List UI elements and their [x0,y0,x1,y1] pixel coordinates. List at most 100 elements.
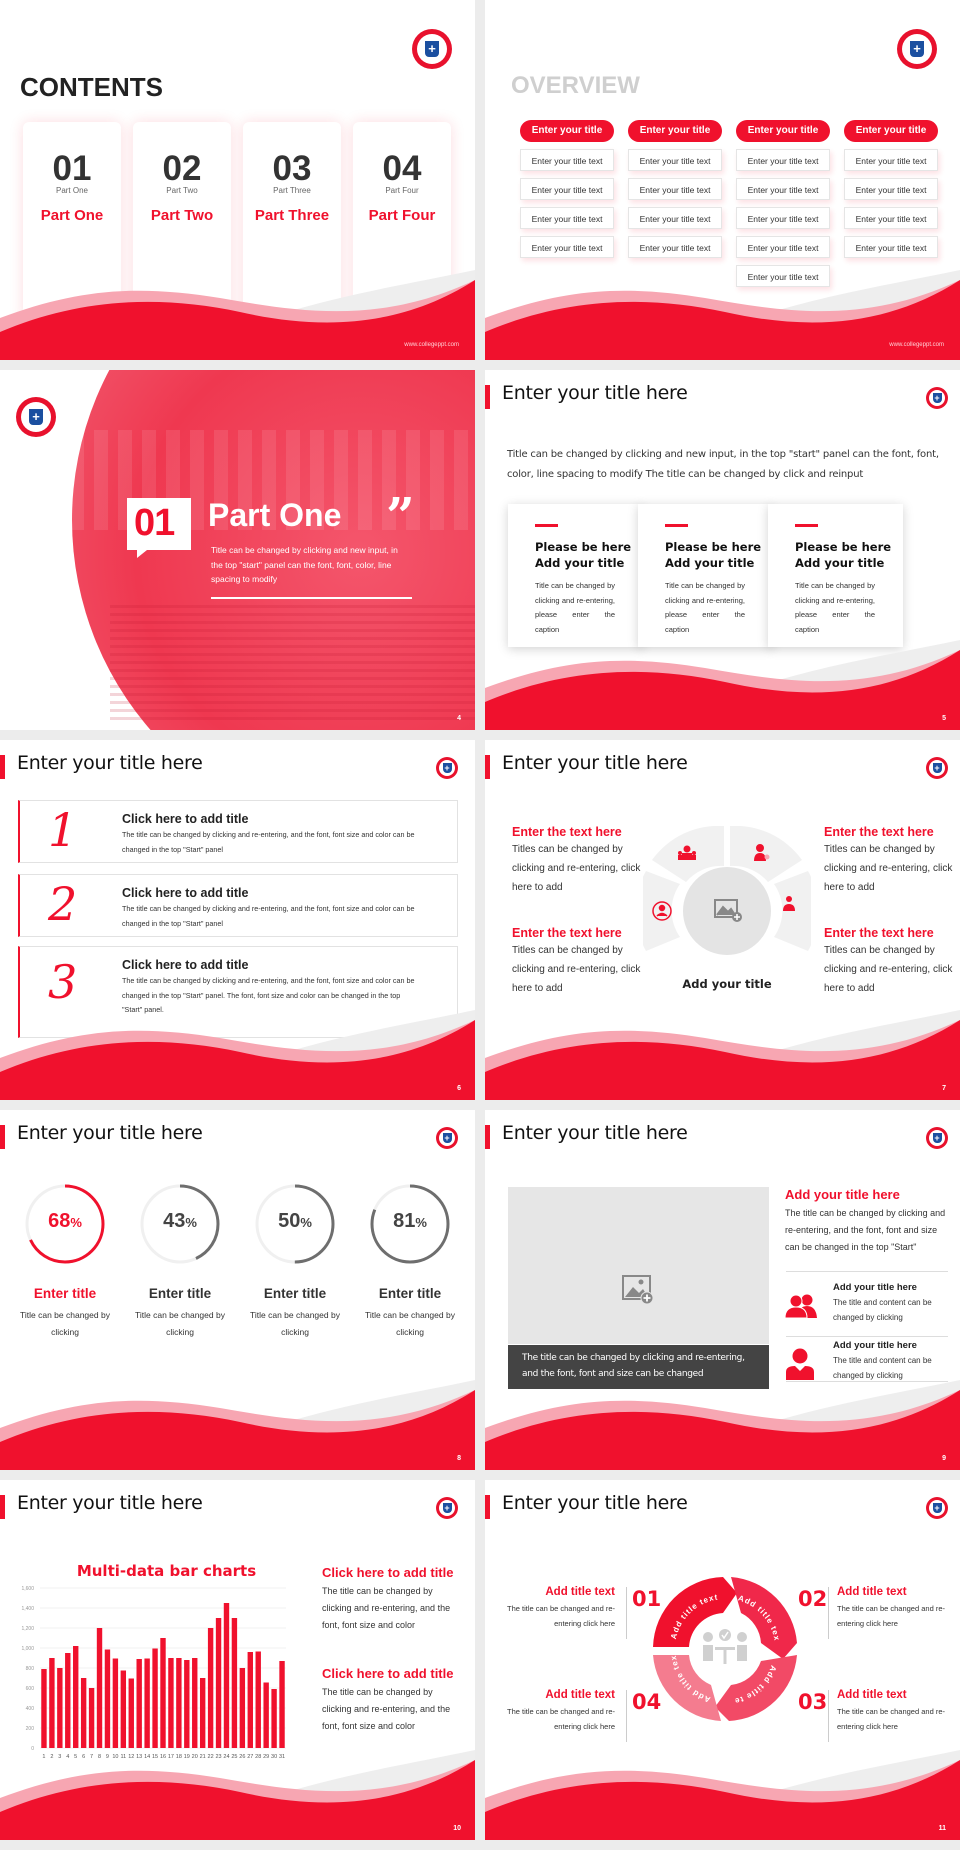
slide-numbered-list[interactable]: Enter your title here 1 Click here to add… [0,740,475,1100]
slide-image-list[interactable]: Enter your title here The title can be c… [485,1110,960,1470]
x-tick-label: 24 [223,1754,229,1760]
step-divider [626,1690,627,1742]
text-block-bottom-left: Enter the text here Titles can be change… [512,926,642,998]
y-tick-label: 400 [26,1706,35,1712]
contents-card-1[interactable]: 01 Part One Part One [23,122,121,322]
slide-progress-rings[interactable]: Enter your title here 68% Enter title Titl… [0,1110,475,1470]
contents-card-2[interactable]: 02 Part Two Part Two [133,122,231,322]
row-number: 1 [48,803,78,857]
card-subtitle: Part One [55,186,88,195]
list-item: Add your title here The title and conten… [833,1282,953,1325]
ring-description: Title can be changed by clicking [250,1310,340,1337]
bar-13 [136,1659,142,1748]
card-number: 01 [52,149,92,188]
percent-sign: % [70,1215,82,1230]
quote-icon: ” [386,486,415,545]
bar-6 [80,1678,87,1748]
column-title-pill[interactable]: Enter your title [844,120,938,142]
numbered-row[interactable]: 1 Click here to add title The title can be… [18,800,458,863]
column-item[interactable]: Enter your title text [520,207,614,229]
college-logo-icon [16,397,56,437]
row-title: Click here to add title [122,958,249,972]
title-accent-bar [485,755,490,779]
decorative-wave [485,1010,960,1100]
feature-card[interactable]: Please be here Add your title Title can be… [508,504,643,647]
feature-card[interactable]: Please be here Add your title Title can be… [768,504,903,647]
image-caption: The title can be changed by clicking and… [508,1345,769,1389]
column-item[interactable]: Enter your title text [736,207,830,229]
bar-17 [168,1658,174,1748]
card-label: Part Four [368,207,436,224]
column-title-pill[interactable]: Enter your title [628,120,722,142]
numbered-row[interactable]: 3 Click here to add title The title can be… [18,946,458,1038]
step-number: 02 [798,1587,828,1611]
bar-27 [247,1652,253,1748]
center-caption: Add your title [682,977,772,991]
column-item[interactable]: Enter your title text [844,178,938,200]
card-heading-line1: Please be here [665,540,762,554]
column-item[interactable]: Enter your title text [844,149,938,171]
column-item[interactable]: Enter your title text [736,265,830,287]
image-placeholder[interactable] [508,1187,769,1344]
slide-radial-icons[interactable]: Enter your title here Enter the text her… [485,740,960,1100]
column-item[interactable]: Enter your title text [520,149,614,171]
slide-feature-cards[interactable]: Enter your title here Title can be chang… [485,370,960,730]
text-block: Click here to add title The title can be… [322,1565,462,1634]
y-tick-label: 600 [26,1686,35,1692]
card-number: 03 [272,149,312,188]
page-number: 4 [457,715,461,722]
title-accent-bar [0,1125,5,1149]
x-tick-label: 12 [128,1754,134,1760]
slide-title: Enter your title here [17,1122,203,1144]
column-title-pill[interactable]: Enter your title [520,120,614,142]
bar-5 [73,1646,79,1748]
main-text-block: Add your title here The title can be cha… [785,1187,950,1256]
column-item[interactable]: Enter your title text [628,236,722,258]
bar-4 [65,1653,71,1748]
percent-value: 81 [393,1210,416,1232]
block-heading: Enter the text here [512,825,622,839]
column-item[interactable]: Enter your title text [736,149,830,171]
column-item[interactable]: Enter your title text [520,178,614,200]
contents-card-4[interactable]: 04 Part Four Part Four [353,122,451,322]
column-item[interactable]: Enter your title text [844,207,938,229]
column-item[interactable]: Enter your title text [736,236,830,258]
block-text: The title can be changed by clicking and… [322,1687,451,1731]
slide-part-one[interactable]: 01 Part One ” Title can be changed by cl… [0,370,475,730]
ring-title: Enter title [148,1286,212,1301]
x-tick-label: 1 [42,1754,45,1760]
column-item[interactable]: Enter your title text [628,149,722,171]
numbered-row[interactable]: 2 Click here to add title The title can be… [18,874,458,937]
overview-column: Enter your title Enter your title text Ent… [628,120,722,258]
step-text: The title can be changed and re-entering… [837,1707,945,1731]
column-item[interactable]: Enter your title text [628,178,722,200]
x-tick-label: 23 [215,1754,221,1760]
slide-bar-chart[interactable]: Enter your title here Multi-data bar cha… [0,1480,475,1840]
bar-30 [271,1689,277,1748]
column-item[interactable]: Enter your title text [628,207,722,229]
x-tick-label: 14 [144,1754,150,1760]
slide-title: Enter your title here [17,752,203,774]
contents-card-3[interactable]: 03 Part Three Part Three [243,122,341,322]
page-number: 8 [457,1455,461,1462]
column-item[interactable]: Enter your title text [844,236,938,258]
row-title: Click here to add title [122,886,249,900]
ring-title: Enter title [378,1286,442,1301]
bar-18 [176,1658,182,1748]
x-tick-label: 31 [279,1754,285,1760]
x-tick-label: 4 [66,1754,69,1760]
column-item[interactable]: Enter your title text [736,178,830,200]
step-number: 04 [632,1690,662,1714]
bar-7 [88,1688,95,1748]
column-item[interactable]: Enter your title text [520,236,614,258]
bar-24 [223,1603,230,1748]
slide-cycle-diagram[interactable]: Enter your title here Add title text Add… [485,1480,960,1840]
feature-card[interactable]: Please be here Add your title Title can be… [638,504,773,647]
slide-contents[interactable]: CONTENTS 01Part OnePart One02Part TwoPar… [0,0,475,360]
bar-20 [192,1658,198,1748]
slide-overview[interactable]: OVERVIEW Enter your titleEnter your titl… [485,0,960,360]
column-title-pill[interactable]: Enter your title [736,120,830,142]
x-tick-label: 22 [208,1754,214,1760]
bar-26 [239,1668,246,1748]
page-number: 7 [942,1085,946,1092]
